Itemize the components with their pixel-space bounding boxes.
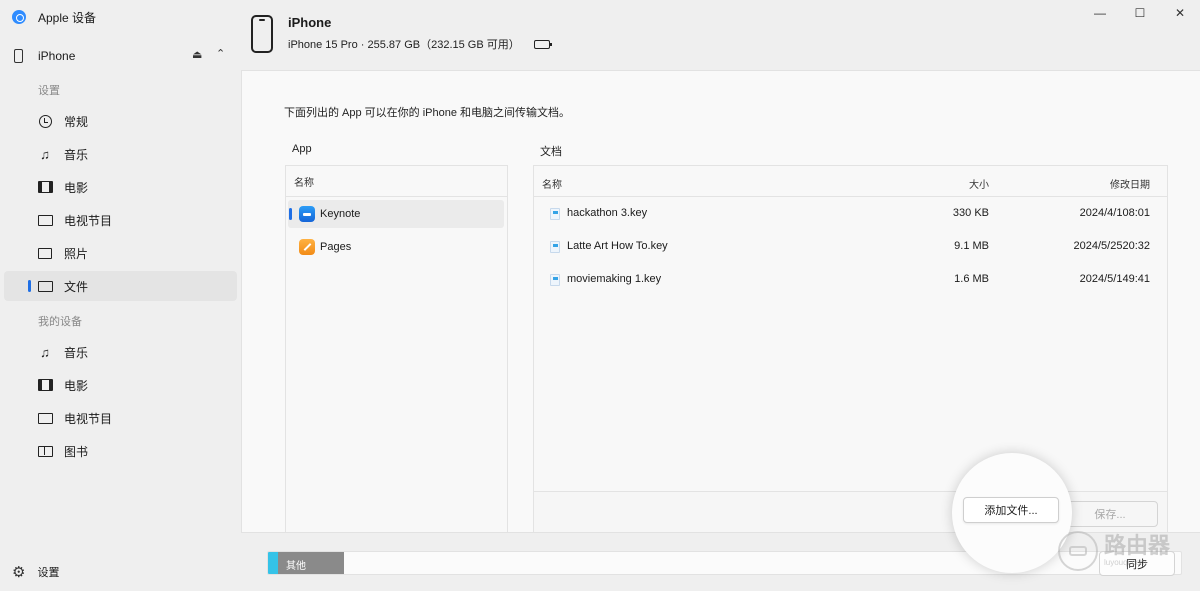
phone-icon xyxy=(14,49,23,63)
sidebar-item-label: 电影 xyxy=(64,180,89,195)
watermark-cn: 路由器 xyxy=(1104,533,1171,558)
book-icon xyxy=(37,443,53,459)
iphone-device-icon xyxy=(251,15,273,53)
sidebar-item-general[interactable]: 常规 xyxy=(4,106,237,136)
document-list-header: 名称 大小 修改日期 xyxy=(534,166,1167,197)
device-info-text: iPhone 15 Pro · 255.87 GB（232.15 GB 可用） xyxy=(288,39,520,51)
sidebar-item-tv-shows[interactable]: 电视节目 xyxy=(4,205,237,235)
document-size: 1.6 MB xyxy=(954,273,989,285)
device-title: iPhone xyxy=(288,15,332,30)
app-list-header-name: 名称 xyxy=(294,177,314,189)
sidebar-item-device-tv-shows[interactable]: 电视节目 xyxy=(4,403,237,433)
photo-icon xyxy=(37,245,53,261)
gear-icon: ⚙ xyxy=(12,564,26,581)
add-file-button[interactable]: 添加文件... xyxy=(963,497,1059,523)
sidebar-item-label: 音乐 xyxy=(64,345,89,360)
document-modified: 2024/5/149:41 xyxy=(1079,273,1150,285)
app-item-pages[interactable]: Pages xyxy=(288,233,504,261)
document-name: moviemaking 1.key xyxy=(567,273,662,285)
document-row[interactable]: hackathon 3.key 330 KB 2024/4/108:01 xyxy=(534,199,1167,227)
tv-icon xyxy=(37,410,53,426)
doc-header-name[interactable]: 名称 xyxy=(542,176,562,191)
sidebar: Apple 设备 iPhone ⏏ ⌃ 设置 常规 ♫ 音乐 电影 电视节目 照… xyxy=(0,0,240,591)
pages-icon xyxy=(299,239,315,255)
eject-icon[interactable]: ⏏ xyxy=(192,48,202,61)
clock-icon xyxy=(37,113,53,129)
file-sharing-panel: 下面列出的 App 可以在你的 iPhone 和电脑之间传输文档。 App 文档… xyxy=(241,70,1200,534)
minimize-icon[interactable]: — xyxy=(1080,0,1120,26)
folder-icon xyxy=(37,278,53,294)
storage-segment-apps xyxy=(268,552,278,574)
document-name: hackathon 3.key xyxy=(567,207,648,219)
battery-icon xyxy=(533,39,552,49)
device-header: iPhone iPhone 15 Pro · 255.87 GB（232.15 … xyxy=(240,0,1200,70)
document-size: 9.1 MB xyxy=(954,240,989,252)
storage-segment-other: 其他 xyxy=(278,552,344,574)
keynote-file-icon xyxy=(550,208,560,220)
app-title: Apple 设备 xyxy=(12,8,96,26)
music-note-icon: ♫ xyxy=(40,146,50,162)
sidebar-item-label: 电视节目 xyxy=(64,411,113,426)
chevron-up-icon[interactable]: ⌃ xyxy=(216,47,225,60)
section-label-my-device: 我的设备 xyxy=(38,316,82,328)
doc-header-size[interactable]: 大小 xyxy=(969,176,989,191)
sidebar-device-label: iPhone xyxy=(38,49,76,63)
apple-devices-logo-icon xyxy=(12,10,26,24)
document-row[interactable]: moviemaking 1.key 1.6 MB 2024/5/149:41 xyxy=(534,265,1167,293)
watermark-text: 路由器 luyouqi.com xyxy=(1104,535,1170,567)
film-icon xyxy=(37,179,53,195)
maximize-icon[interactable]: ☐ xyxy=(1120,0,1160,26)
sidebar-device-iphone[interactable]: iPhone ⏏ ⌃ xyxy=(0,43,240,69)
app-list-header: 名称 xyxy=(286,166,507,197)
sidebar-item-label: 电视节目 xyxy=(64,213,113,228)
keynote-icon xyxy=(299,206,315,222)
save-button[interactable]: 保存... xyxy=(1062,501,1158,527)
keynote-file-icon xyxy=(550,241,560,253)
app-column-title: App xyxy=(292,143,312,155)
watermark-en: luyouqi.com xyxy=(1104,558,1147,567)
app-title-label: Apple 设备 xyxy=(38,10,97,25)
music-note-icon: ♫ xyxy=(40,344,50,360)
sidebar-item-device-music[interactable]: ♫ 音乐 xyxy=(4,337,237,367)
sidebar-item-movies[interactable]: 电影 xyxy=(4,172,237,202)
document-row[interactable]: Latte Art How To.key 9.1 MB 2024/5/2520:… xyxy=(534,232,1167,260)
sidebar-item-label: 电影 xyxy=(64,378,89,393)
document-list: 名称 大小 修改日期 hackathon 3.key 330 KB 2024/4… xyxy=(533,165,1168,534)
document-modified: 2024/5/2520:32 xyxy=(1073,240,1150,252)
app-item-label: Keynote xyxy=(320,208,361,220)
app-item-label: Pages xyxy=(320,241,352,253)
keynote-file-icon xyxy=(550,274,560,286)
docs-column-title: 文档 xyxy=(540,146,562,158)
app-list: 名称 Keynote Pages xyxy=(285,165,508,533)
document-modified: 2024/4/108:01 xyxy=(1079,207,1150,219)
sidebar-item-label: 图书 xyxy=(64,444,89,459)
window-controls: — ☐ ✕ xyxy=(1080,0,1200,26)
settings-label: 设置 xyxy=(37,567,60,579)
close-icon[interactable]: ✕ xyxy=(1160,0,1200,26)
sidebar-item-label: 常规 xyxy=(64,114,89,129)
film-icon xyxy=(37,377,53,393)
app-item-keynote[interactable]: Keynote xyxy=(288,200,504,228)
watermark: 路由器 luyouqi.com xyxy=(1058,531,1170,571)
section-label-settings: 设置 xyxy=(38,85,60,97)
sidebar-item-music[interactable]: ♫ 音乐 xyxy=(4,139,237,169)
sidebar-item-files[interactable]: 文件 xyxy=(4,271,237,301)
sidebar-item-photos[interactable]: 照片 xyxy=(4,238,237,268)
sidebar-item-device-books[interactable]: 图书 xyxy=(4,436,237,466)
document-actions: 保存... xyxy=(534,491,1167,534)
sidebar-item-label: 文件 xyxy=(64,279,89,294)
tv-icon xyxy=(37,212,53,228)
sidebar-settings-button[interactable]: ⚙ 设置 xyxy=(12,563,59,581)
device-info: iPhone 15 Pro · 255.87 GB（232.15 GB 可用） xyxy=(288,36,552,52)
document-name: Latte Art How To.key xyxy=(567,240,668,252)
document-size: 330 KB xyxy=(952,207,989,219)
sidebar-item-label: 音乐 xyxy=(64,147,89,162)
file-sharing-description: 下面列出的 App 可以在你的 iPhone 和电脑之间传输文档。 xyxy=(284,107,571,119)
storage-other-label: 其他 xyxy=(286,560,306,572)
doc-header-modified[interactable]: 修改日期 xyxy=(1110,176,1150,191)
router-logo-icon xyxy=(1058,531,1098,571)
sidebar-item-label: 照片 xyxy=(64,246,89,261)
sidebar-item-device-movies[interactable]: 电影 xyxy=(4,370,237,400)
